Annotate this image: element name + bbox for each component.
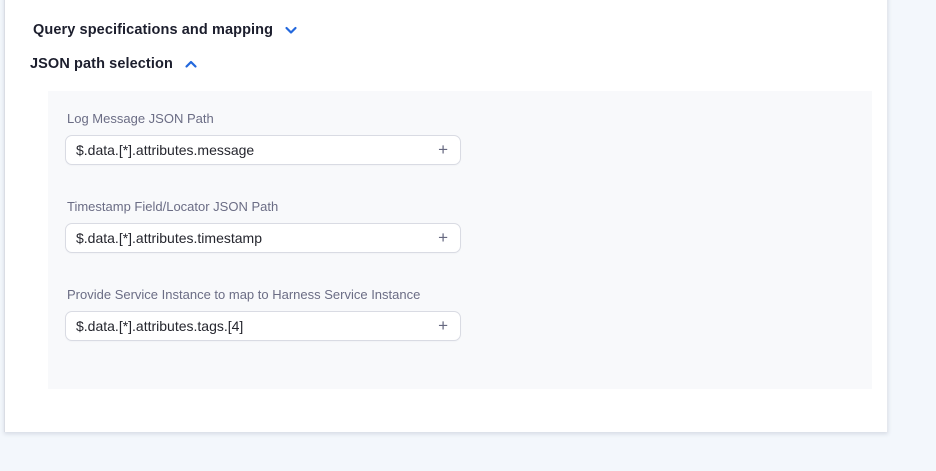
log-message-json-path-input-wrap: +: [65, 135, 461, 165]
field-log-message-json-path: Log Message JSON Path +: [65, 111, 461, 165]
field-timestamp-json-path: Timestamp Field/Locator JSON Path +: [65, 199, 461, 253]
field-service-instance-json-path: Provide Service Instance to map to Harne…: [65, 287, 461, 341]
log-message-json-path-input[interactable]: [66, 136, 426, 164]
plus-icon[interactable]: +: [426, 136, 460, 164]
chevron-down-icon[interactable]: [283, 22, 299, 38]
service-instance-json-path-input-wrap: +: [65, 311, 461, 341]
field-label: Log Message JSON Path: [67, 111, 461, 127]
section-title-json-path-selection: JSON path selection: [30, 56, 173, 72]
timestamp-json-path-input[interactable]: [66, 224, 426, 252]
timestamp-json-path-input-wrap: +: [65, 223, 461, 253]
page-background: Query specifications and mapping JSON pa…: [0, 0, 936, 471]
section-title-query-specifications: Query specifications and mapping: [33, 22, 273, 38]
field-label: Provide Service Instance to map to Harne…: [67, 287, 461, 303]
json-path-selection-panel: Log Message JSON Path + Timestamp Field/…: [48, 91, 872, 389]
plus-icon[interactable]: +: [426, 224, 460, 252]
content-card: Query specifications and mapping JSON pa…: [4, 0, 888, 432]
plus-icon[interactable]: +: [426, 312, 460, 340]
section-header-query-specifications[interactable]: Query specifications and mapping: [33, 22, 299, 38]
chevron-up-icon[interactable]: [183, 56, 199, 72]
service-instance-json-path-input[interactable]: [66, 312, 426, 340]
field-label: Timestamp Field/Locator JSON Path: [67, 199, 461, 215]
section-header-json-path-selection[interactable]: JSON path selection: [30, 56, 199, 72]
